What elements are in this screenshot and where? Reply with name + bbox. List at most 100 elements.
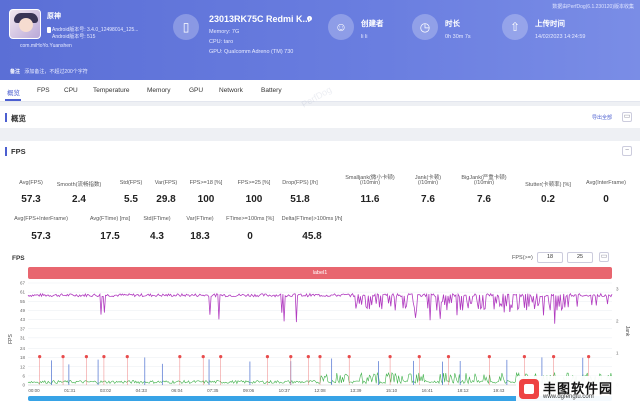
x-tick-label: 19:43 (493, 388, 505, 393)
bigjank-marker (306, 354, 310, 359)
tab-memory[interactable]: Memory (147, 87, 170, 94)
y-tick-label: 12 (20, 364, 26, 369)
fps-stat-label: Delta(FTime)>100ms [/h] (281, 216, 343, 222)
fps-collapse-button[interactable]: − (622, 146, 632, 156)
bigjank-marker (446, 354, 451, 359)
active-tab-indicator (5, 99, 21, 101)
x-tick-label: 01:31 (64, 388, 76, 393)
fps-chart-title: FPS (12, 255, 25, 262)
x-tick-label: 18:12 (457, 388, 469, 393)
fps-stat-value: 45.8 (302, 231, 322, 242)
app-icon (9, 9, 41, 39)
creator-value: li li (361, 34, 368, 40)
upload-icon: ⇧ (502, 14, 528, 40)
bigjank-marker (318, 354, 322, 359)
tab-cpu[interactable]: CPU (64, 87, 78, 94)
logo-mark-icon (519, 379, 539, 399)
fps-stat-value: 0.2 (541, 194, 555, 205)
fps-stat-value: 7.6 (421, 194, 435, 205)
android-icon (47, 27, 51, 33)
x-tick-label: 13:39 (350, 388, 362, 393)
y-tick-label: 31 (20, 335, 26, 340)
fps-panel: FPS − Avg(FPS) 57.3 Smooth(流畅指数) 2.4 Std(FPS… (0, 141, 640, 408)
x-tick-label: 00:00 (28, 388, 40, 393)
x-tick-label: 10:37 (279, 388, 291, 393)
bigjank-marker (417, 354, 421, 359)
bigjank-marker (201, 354, 205, 359)
y-tick-label: 43 (20, 317, 26, 322)
fps-threshold-input-2[interactable]: 25 (567, 252, 593, 263)
fps-stat-value: 0 (247, 231, 253, 242)
y-axis-label: FPS (8, 333, 14, 343)
bigjank-marker (552, 354, 556, 359)
creator-title: 创建者 (361, 19, 384, 28)
fps-stat-label: Drop(FPS) [/h] (282, 180, 318, 186)
x-tick-label: 04:33 (136, 388, 148, 393)
tab-temperature[interactable]: Temperature (93, 87, 130, 94)
bigjank-marker (84, 354, 88, 359)
fps-section-title: FPS (11, 147, 26, 156)
overview-collapse-button[interactable]: ▭ (622, 112, 632, 122)
upload-title: 上传时间 (535, 19, 565, 28)
fps-threshold-label: FPS(>=) (512, 255, 533, 261)
bigjank-marker (102, 354, 106, 359)
y-tick-label: 24 (20, 346, 26, 351)
android-version: Android版本号: 3.4.0_12498014_125... (52, 27, 139, 33)
bigjank-marker (61, 354, 65, 359)
bigjank-marker (487, 354, 491, 359)
remark[interactable]: 备注 添加备注，不超过200个字符 (10, 68, 88, 75)
x-tick-label: 03:02 (100, 388, 112, 393)
bigjank-marker (388, 354, 392, 359)
bigjank-marker (178, 354, 182, 359)
tab-overview[interactable]: 概览 (7, 87, 20, 97)
device-name: 23013RK75C Redmi K... (209, 14, 311, 24)
y-tick-label: 61 (20, 290, 26, 295)
y-tick-label: 18 (20, 355, 26, 360)
bigjank-marker (265, 354, 270, 359)
fps-series-line (27, 292, 613, 324)
app-name: 原神 (47, 13, 61, 20)
y2-axis-label: Jank (624, 326, 630, 337)
device-cpu: CPU: taro (209, 39, 234, 45)
bigjank-marker (587, 354, 591, 359)
y-tick-label: 0 (22, 383, 25, 388)
tab-battery[interactable]: Battery (261, 87, 282, 94)
package-name: com.miHoYo.Yuanshen (20, 43, 72, 49)
y-tick-label: 55 (20, 299, 26, 304)
info-icon[interactable]: i (307, 16, 312, 21)
perfdog-report-page: 数据由PerfDog(6.1.230120)版本收集 原神 Android版本号… (0, 0, 640, 408)
bigjank-marker (125, 354, 129, 359)
tab-fps[interactable]: FPS (37, 87, 50, 94)
x-tick-label: 16:41 (422, 388, 434, 393)
x-tick-label: 12:08 (314, 388, 326, 393)
chart-settings-button[interactable]: ▭ (599, 252, 609, 262)
app-icon-face (19, 18, 33, 32)
remark-label: 备注 (10, 69, 21, 75)
x-tick-label: 15:10 (386, 388, 398, 393)
x-tick-label: 09:06 (243, 388, 255, 393)
remark-placeholder[interactable]: 添加备注，不超过200个字符 (24, 69, 87, 75)
fps-stat-value: 11.6 (360, 194, 380, 205)
export-all-link[interactable]: 导出全部 (592, 114, 612, 121)
tab-gpu[interactable]: GPU (189, 87, 203, 94)
overview-section: 概览 导出全部 ▭ (0, 106, 640, 128)
x-tick-label: 06:04 (171, 388, 183, 393)
duration-title: 时长 (445, 19, 460, 28)
tab-network[interactable]: Network (219, 87, 243, 94)
fps-accent-bar (5, 147, 7, 156)
y-tick-label: 49 (20, 308, 26, 313)
bigjank-marker (38, 354, 42, 359)
y-tick-label: 6 (22, 373, 25, 378)
fps-stat-label: Avg(InterFrame) (586, 180, 626, 186)
clock-icon: ◷ (412, 14, 438, 40)
device-memory: Memory: 7G (209, 29, 240, 35)
upload-value: 14/02/2023 14:24:59 (535, 34, 586, 40)
overview-accent-bar (5, 113, 7, 122)
bigjank-marker (219, 354, 223, 359)
fps-stat-value: 57.3 (31, 231, 51, 242)
fps-stat-value: 51.8 (290, 194, 310, 205)
phone-icon: ▯ (173, 14, 199, 40)
fps-threshold-input-1[interactable]: 18 (537, 252, 563, 263)
duration-value: 0h 30m 7s (445, 34, 471, 40)
label-bar[interactable]: label1 (28, 267, 612, 279)
